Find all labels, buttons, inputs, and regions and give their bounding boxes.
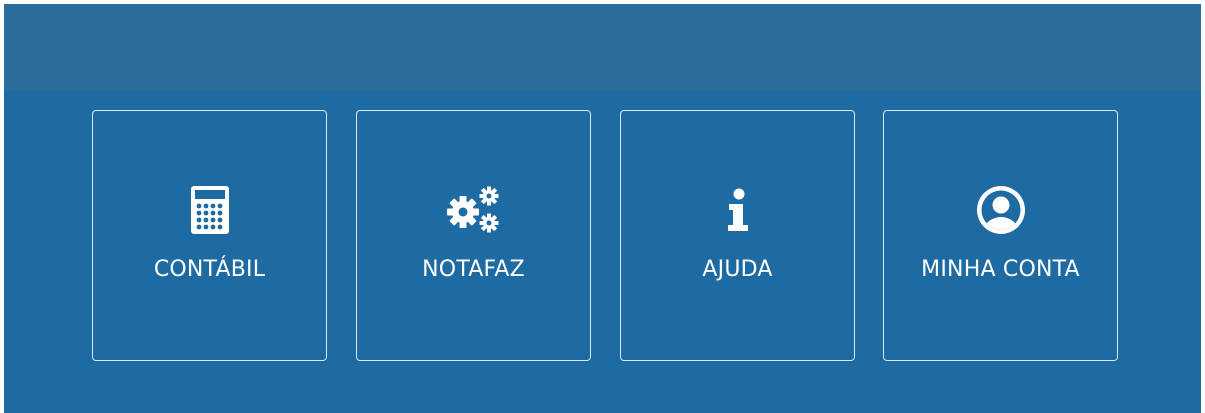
tile-label: CONTÁBIL bbox=[153, 257, 266, 282]
tile-minha-conta[interactable]: MINHA CONTA bbox=[883, 110, 1118, 361]
tile-notafaz[interactable]: NOTAFAZ bbox=[356, 110, 591, 361]
dashboard-panel: CONTÁBIL NOTAFAZ AJUDA MINHA CONTA bbox=[4, 4, 1201, 413]
tile-ajuda[interactable]: AJUDA bbox=[620, 110, 855, 361]
tile-contabil[interactable]: CONTÁBIL bbox=[92, 110, 327, 361]
user-circle-icon bbox=[971, 184, 1031, 236]
menu-tiles: CONTÁBIL NOTAFAZ AJUDA MINHA CONTA bbox=[4, 4, 1201, 413]
info-icon bbox=[708, 184, 768, 236]
tile-label: MINHA CONTA bbox=[921, 257, 1080, 282]
gears-icon bbox=[444, 184, 504, 236]
tile-label: AJUDA bbox=[702, 257, 773, 282]
tile-label: NOTAFAZ bbox=[422, 257, 525, 282]
calculator-icon bbox=[180, 184, 240, 236]
